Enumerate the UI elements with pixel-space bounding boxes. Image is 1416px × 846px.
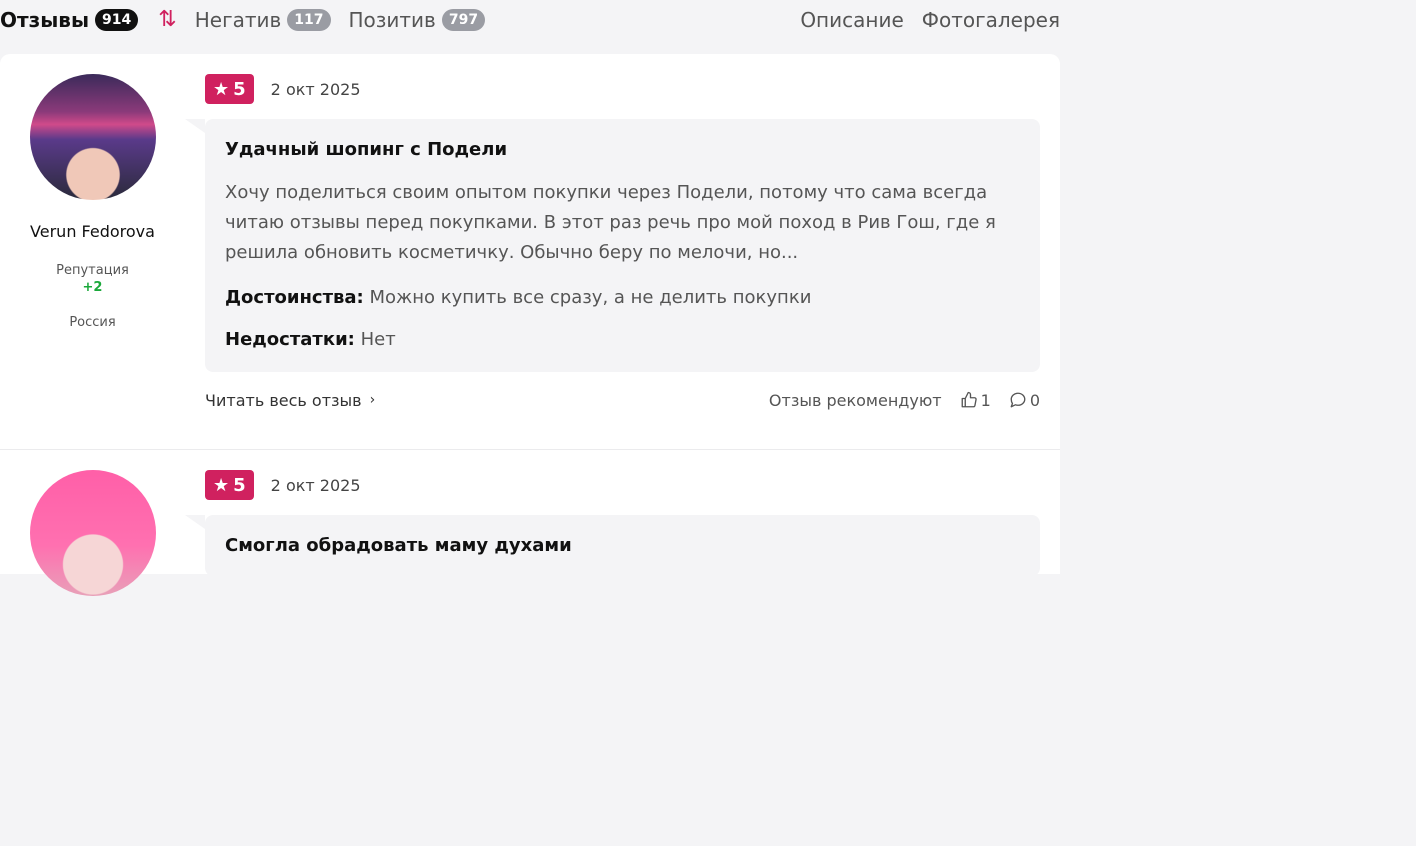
rating-badge: ★ 5 <box>205 74 254 104</box>
review-meta: ★ 5 2 окт 2025 <box>205 470 1040 500</box>
tab-positive[interactable]: Позитив 797 <box>349 8 486 32</box>
rating-value: 5 <box>233 474 246 496</box>
review-title[interactable]: Удачный шопинг с Подели <box>225 139 1020 160</box>
likes-count: 1 <box>980 390 991 410</box>
avatar[interactable] <box>29 470 156 596</box>
comments-count: 0 <box>1029 390 1040 410</box>
tab-reviews[interactable]: Отзывы 914 <box>0 8 139 32</box>
tab-reviews-label: Отзывы <box>0 8 90 32</box>
like-button[interactable]: 1 <box>960 391 991 410</box>
sort-icon[interactable]: ⇅ <box>158 9 176 31</box>
rating-value: 5 <box>233 78 246 100</box>
author-country: Россия <box>69 315 116 330</box>
review-meta: ★ 5 2 окт 2025 <box>205 74 1040 104</box>
tab-positive-label: Позитив <box>348 8 436 32</box>
pros-label: Достоинства: <box>225 287 364 308</box>
review-content: Удачный шопинг с Подели Хочу поделиться … <box>185 119 1040 372</box>
review-card: ★ 5 2 окт 2025 Смогла обрадовать маму ду… <box>0 450 1060 846</box>
cons-label: Недостатки: <box>225 329 355 350</box>
review-date: 2 окт 2025 <box>270 475 361 495</box>
author-name[interactable]: Verun Fedorova <box>30 222 155 241</box>
review-content: Смогла обрадовать маму духами <box>185 515 1040 576</box>
positive-count-badge: 797 <box>441 9 486 31</box>
review-body: ★ 5 2 окт 2025 Смогла обрадовать маму ду… <box>185 470 1040 576</box>
pros-text: Можно купить все сразу, а не делить поку… <box>369 287 812 308</box>
recommend-label: Отзыв рекомендуют <box>768 390 942 410</box>
review-body: ★ 5 2 окт 2025 Удачный шопинг с Подели Х… <box>185 74 1040 412</box>
tab-negative-label: Негатив <box>194 8 282 32</box>
comments-button[interactable]: 0 <box>1009 391 1040 410</box>
review-footer: Читать весь отзыв › Отзыв рекомендуют 1 <box>205 388 1040 412</box>
review-author <box>0 450 185 596</box>
cons-text: Нет <box>360 329 396 350</box>
reviews-count-badge: 914 <box>95 9 139 31</box>
review-cons: Недостатки: Нет <box>225 328 1020 352</box>
review-title[interactable]: Смогла обрадовать маму духами <box>225 535 1020 556</box>
review-stats: Отзыв рекомендуют 1 0 <box>769 391 1040 410</box>
reputation-value: +2 <box>82 280 103 295</box>
review-tabs: Отзывы 914 ⇅ Негатив 117 Позитив 797 Опи… <box>0 0 1060 40</box>
review-date: 2 окт 2025 <box>270 79 361 99</box>
review-card: Verun Fedorova Репутация +2 Россия ★ 5 2… <box>0 54 1060 450</box>
nav-gallery-link[interactable]: Фотогалерея <box>922 8 1060 32</box>
chevron-right-icon: › <box>369 392 376 408</box>
read-more-link[interactable]: Читать весь отзыв › <box>205 391 375 410</box>
nav-description-link[interactable]: Описание <box>800 8 903 32</box>
tab-negative[interactable]: Негатив 117 <box>195 8 331 32</box>
review-list: Verun Fedorova Репутация +2 Россия ★ 5 2… <box>0 54 1060 596</box>
review-pros: Достоинства: Можно купить все сразу, а н… <box>225 286 1020 310</box>
review-text: Хочу поделиться своим опытом покупки чер… <box>225 182 996 263</box>
read-more-label: Читать весь отзыв <box>205 390 362 410</box>
reputation-label: Репутация <box>56 263 129 278</box>
rating-badge: ★ 5 <box>205 470 254 500</box>
comment-icon <box>1010 392 1026 408</box>
star-icon: ★ <box>213 78 230 100</box>
star-icon: ★ <box>213 474 230 496</box>
review-author: Verun Fedorova Репутация +2 Россия <box>0 54 185 330</box>
thumbs-up-icon <box>961 391 977 408</box>
section-nav: Описание Фотогалерея <box>800 8 1060 32</box>
negative-count-badge: 117 <box>287 9 331 31</box>
avatar[interactable] <box>29 74 156 200</box>
